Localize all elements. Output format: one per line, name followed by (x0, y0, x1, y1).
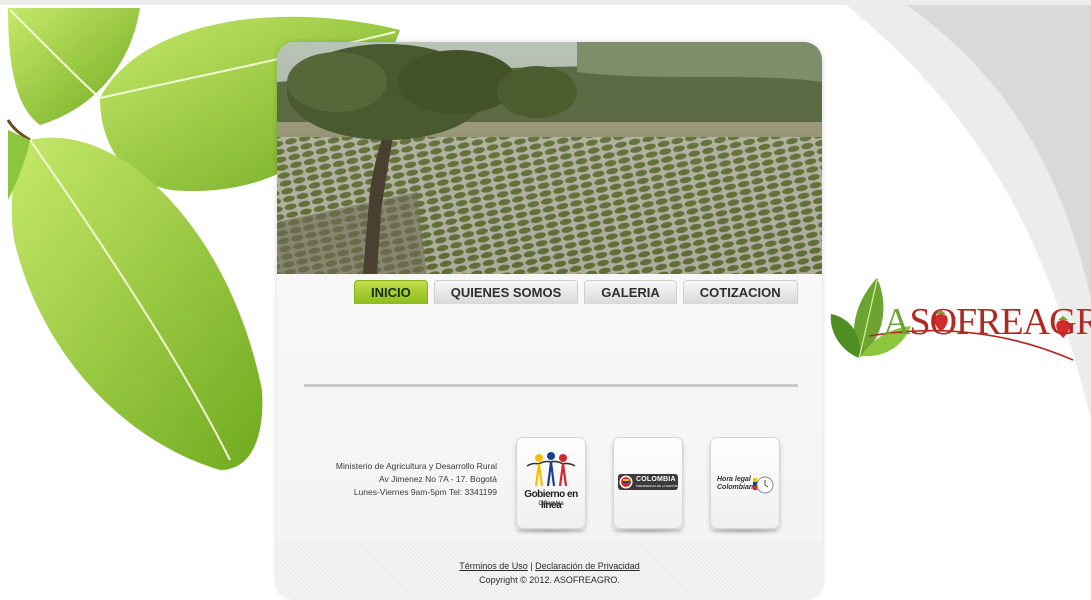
gobierno-title: Gobierno en línea (524, 489, 578, 511)
nav-inicio[interactable]: INICIO (354, 280, 428, 304)
colombia-presidencia-logo[interactable]: COLOMBIA PRESIDENCIA DE LA REPÚBLICA (613, 437, 683, 529)
colombia-sub: PRESIDENCIA DE LA REPÚBLICA (636, 484, 684, 488)
tile-shadow (708, 529, 780, 533)
main-card: INICIO QUIENES SOMOS GALERIA COTIZACION … (277, 42, 822, 598)
hora-legal-logo[interactable]: Hora legal Colombiana (710, 437, 780, 529)
nav-galeria[interactable]: GALERIA (584, 280, 677, 304)
clock-icon (753, 476, 774, 494)
brand-name: ASOFREAGRO (883, 301, 1091, 343)
nav-quienes-somos[interactable]: QUIENES SOMOS (433, 280, 579, 304)
gobierno-sub: Colombia (538, 501, 564, 507)
footer-separator: | (530, 561, 533, 571)
footer-links: Términos de Uso | Declaración de Privaci… (277, 561, 822, 571)
content-divider (304, 384, 798, 387)
colombia-text: COLOMBIA (636, 476, 676, 483)
people-icon (526, 452, 576, 487)
hora-legal-text: Hora legal Colombiana (717, 476, 757, 492)
footer: Términos de Uso | Declaración de Privaci… (277, 542, 822, 598)
nav-cotizacion[interactable]: COTIZACION (682, 280, 798, 304)
copyright-text: Copyright © 2012. ASOFREAGRO. (479, 575, 620, 585)
privacy-link[interactable]: Declaración de Privacidad (535, 561, 640, 571)
top-border (0, 0, 1091, 5)
hora-line2: Colombiana (717, 484, 758, 491)
hero-image (277, 42, 822, 274)
main-nav: INICIO QUIENES SOMOS GALERIA COTIZACION (354, 280, 798, 304)
hora-line1: Hora legal (717, 476, 751, 483)
gobierno-en-linea-logo[interactable]: Gobierno en línea Colombia (516, 437, 586, 529)
contact-info: Ministerio de Agricultura y Desarrollo R… (307, 460, 497, 499)
tile-shadow (611, 529, 683, 533)
terms-link[interactable]: Términos de Uso (459, 561, 528, 571)
contact-line-hours: Lunes-Viernes 9am-5pm Tel: 3341199 (353, 487, 497, 497)
tile-shadow (514, 529, 586, 533)
asofreagro-logo[interactable]: ASOFREAGRO (829, 274, 1091, 366)
contact-line-address: Av Jimenez No 7A - 17. Bogotá (379, 474, 497, 484)
contact-line-ministry: Ministerio de Agricultura y Desarrollo R… (335, 461, 497, 471)
